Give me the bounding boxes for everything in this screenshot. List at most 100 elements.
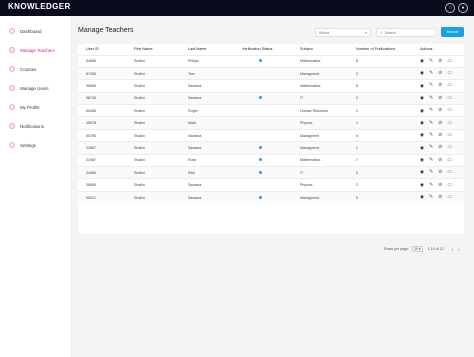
block-icon[interactable]: ⊘ [438,71,442,76]
delete-icon[interactable]: ▭ [447,120,452,126]
view-icon[interactable]: ◉ [420,145,424,151]
filter-select[interactable]: Select ▾ [315,28,371,37]
cell-verification-status [234,153,292,167]
block-icon[interactable]: ⊘ [438,182,442,188]
filter-select-value: Select [319,30,329,35]
sidebar-item-courses[interactable]: Courses [6,63,68,75]
edit-icon[interactable]: ✎ [429,170,433,175]
sidebar-item-my-profile[interactable]: My Profile [6,101,68,113]
cell-publications: 2 [348,104,412,117]
cell-last-name: Rick [180,165,234,179]
delete-icon[interactable]: ▭ [447,157,452,163]
view-icon[interactable]: ◉ [420,83,424,89]
bell-icon[interactable]: ○ [445,3,455,13]
sidebar-item-settings[interactable]: Settings [6,139,68,151]
block-icon[interactable]: ⊘ [438,108,442,113]
edit-icon[interactable]: ✎ [429,108,433,113]
table-row: 65756 Shalini Santana Managment 5 ◉ ✎ ⊘ ▭ [78,128,464,142]
block-icon[interactable]: ⊘ [438,170,442,175]
rows-per-page-value: 10 [414,247,418,251]
block-icon[interactable]: ⊘ [438,83,442,88]
view-icon[interactable]: ◉ [420,58,424,64]
cell-last-name: Rose [180,153,234,167]
edit-icon[interactable]: ✎ [429,195,433,200]
edit-icon[interactable]: ✎ [429,83,433,88]
delete-icon[interactable]: ▭ [447,195,452,200]
view-icon[interactable]: ◉ [420,120,424,126]
search-input[interactable] [384,30,433,35]
view-icon[interactable]: ◉ [420,108,424,114]
delete-icon[interactable]: ▭ [447,133,452,138]
cell-actions: ◉ ✎ ⊘ ▭ [412,165,464,179]
delete-icon[interactable]: ▭ [447,145,452,150]
column-header[interactable]: Number of Publications [348,44,412,55]
user-icon[interactable]: ● [458,3,468,13]
view-icon[interactable]: ◉ [420,170,424,175]
view-icon[interactable]: ◉ [420,182,424,188]
cell-verification-status [234,66,292,80]
delete-icon[interactable]: ▭ [447,83,452,88]
table-row: 36665 Shalini Santana Physics 2 ◉ ✎ ⊘ ▭ [78,178,464,192]
cell-actions: ◉ ✎ ⊘ ▭ [412,128,464,142]
cell-first-name: Shalini [126,153,180,167]
column-header[interactable]: User ID [78,44,126,55]
cell-publications: 2 [348,141,412,155]
cell-actions: ◉ ✎ ⊘ ▭ [412,66,464,80]
edit-icon[interactable]: ✎ [429,95,433,101]
delete-icon[interactable]: ▭ [447,58,452,64]
cell-last-name: Santana [180,178,234,192]
edit-icon[interactable]: ✎ [429,120,433,126]
block-icon[interactable]: ⊘ [438,120,442,126]
delete-icon[interactable]: ▭ [447,182,452,188]
chevron-right-icon[interactable]: › [458,247,460,252]
table-row: 21987 Shalini Rose Mathematics 7 ◉ ✎ ⊘ ▭ [78,153,464,167]
block-icon[interactable]: ⊘ [438,145,442,150]
cell-first-name: Shalini [126,104,180,117]
block-icon[interactable]: ⊘ [438,95,442,101]
block-icon[interactable]: ⊘ [438,195,442,200]
delete-icon[interactable]: ▭ [447,71,452,76]
cell-first-name: Shalini [126,190,180,204]
cell-actions: ◉ ✎ ⊘ ▭ [412,116,464,130]
block-icon[interactable]: ⊘ [438,133,442,138]
sidebar-item-manage-teachers[interactable]: Manage Teachers [6,44,68,56]
delete-icon[interactable]: ▭ [447,108,452,113]
block-icon[interactable]: ⊘ [438,157,442,163]
sidebar-item-manage-users[interactable]: Manage Users [6,82,68,94]
app-logo[interactable]: KNOWLEDGER [8,2,71,11]
cell-user-id: 34689 [78,165,126,179]
chevron-left-icon[interactable]: ‹ [452,247,454,252]
verified-dot-icon [259,145,262,149]
view-icon[interactable]: ◉ [420,195,424,200]
cell-subject: IT [292,165,348,179]
edit-icon[interactable]: ✎ [429,157,433,163]
column-header[interactable]: First Name [126,44,180,55]
edit-icon[interactable]: ✎ [429,58,433,64]
table-row: 45678 Shalini Mark Physics 1 ◉ ✎ ⊘ ▭ [78,116,464,130]
sidebar-item-notifications[interactable]: Notifications [6,120,68,132]
home-icon [9,28,15,34]
edit-icon[interactable]: ✎ [429,71,433,76]
search-button[interactable]: Search [441,27,464,37]
view-icon[interactable]: ◉ [420,71,424,76]
delete-icon[interactable]: ▭ [447,170,452,175]
view-icon[interactable]: ◉ [420,133,424,138]
delete-icon[interactable]: ▭ [447,95,452,101]
view-icon[interactable]: ◉ [420,96,424,101]
rows-per-page-select[interactable]: 10 ▾ [412,246,423,252]
search-box[interactable]: ⚲ [376,28,436,37]
row-actions: ◉ ✎ ⊘ ▭ [420,157,464,163]
view-icon[interactable]: ◉ [420,158,424,163]
block-icon[interactable]: ⊘ [438,58,442,64]
sidebar-item-dashboard[interactable]: Dashboard [6,25,68,37]
edit-icon[interactable]: ✎ [429,145,433,150]
column-header[interactable]: Last Name [180,44,234,55]
row-actions: ◉ ✎ ⊘ ▭ [420,133,464,138]
column-header[interactable]: Verification Status [234,44,292,55]
column-header[interactable]: Subject [292,44,348,55]
edit-icon[interactable]: ✎ [429,133,433,138]
row-actions: ◉ ✎ ⊘ ▭ [420,58,464,64]
edit-icon[interactable]: ✎ [429,182,433,188]
sidebar-item-label: Manage Users [20,85,49,91]
cell-first-name: Shalini [126,79,180,93]
